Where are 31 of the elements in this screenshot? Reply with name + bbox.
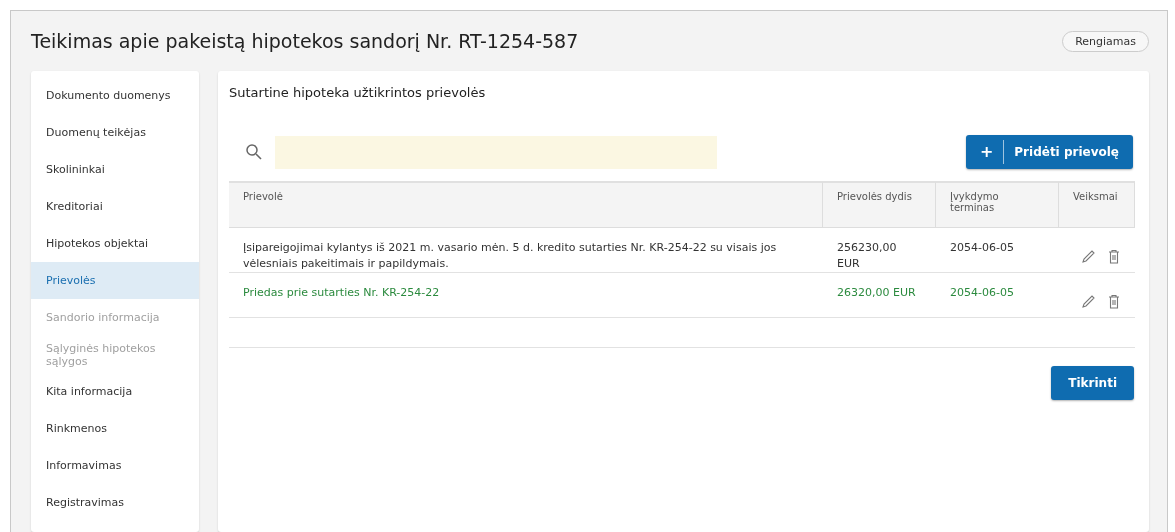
search-field[interactable] xyxy=(275,135,717,169)
sidebar-item[interactable]: Informavimas xyxy=(31,447,199,484)
sidebar-item[interactable]: Rinkmenos xyxy=(31,410,199,447)
section-title: Sutartine hipoteka užtikrintos prievolės xyxy=(229,85,487,100)
sidebar-item[interactable]: Prievolės xyxy=(31,262,199,299)
search-icon xyxy=(245,143,263,161)
page-title: Teikimas apie pakeistą hipotekos sandorį Nr. RT-1254-587 xyxy=(31,30,579,52)
sidebar-item[interactable]: Hipotekos objektai xyxy=(31,225,199,262)
delete-icon[interactable] xyxy=(1107,248,1121,264)
table-cell: 26320,00 EUR xyxy=(823,273,936,318)
delete-icon[interactable] xyxy=(1107,293,1121,309)
table-cell: Įsipareigojimai kylantys iš 2021 m. vasario mėn. 5 d. kredito sutarties Nr. KR-254-22 su visais jos vėlesniais pakeitimais ir papildymais. xyxy=(229,228,823,273)
sidebar-item[interactable]: Registravimas xyxy=(31,484,199,521)
table-cell: 2054-06-05 xyxy=(936,273,1059,318)
column-header: Prievolės dydis xyxy=(823,181,936,228)
sidebar-item[interactable]: Kreditoriai xyxy=(31,188,199,225)
column-header: Veiksmai xyxy=(1059,181,1135,228)
column-header: Prievolė xyxy=(229,181,823,228)
edit-icon[interactable] xyxy=(1081,248,1095,264)
edit-icon[interactable] xyxy=(1081,293,1095,309)
sidebar-item[interactable]: Kita informacija xyxy=(31,373,199,410)
table-cell: 256230,00 EUR xyxy=(823,228,936,273)
sidebar-item[interactable]: Dokumento duomenys xyxy=(31,77,199,114)
check-button[interactable]: Tikrinti xyxy=(1051,366,1134,400)
add-obligation-button[interactable]: + Pridėti prievolę xyxy=(965,135,1133,169)
status-badge: Rengiamas xyxy=(1062,30,1149,52)
column-header: Įvykdymo terminas xyxy=(936,181,1059,228)
sidebar-item[interactable]: Skolininkai xyxy=(31,151,199,188)
table-cell: 2054-06-05 xyxy=(936,228,1059,273)
sidebar-item[interactable]: Duomenų teikėjas xyxy=(31,114,199,151)
table-cell: Priedas prie sutarties Nr. KR-254-22 xyxy=(229,273,823,318)
